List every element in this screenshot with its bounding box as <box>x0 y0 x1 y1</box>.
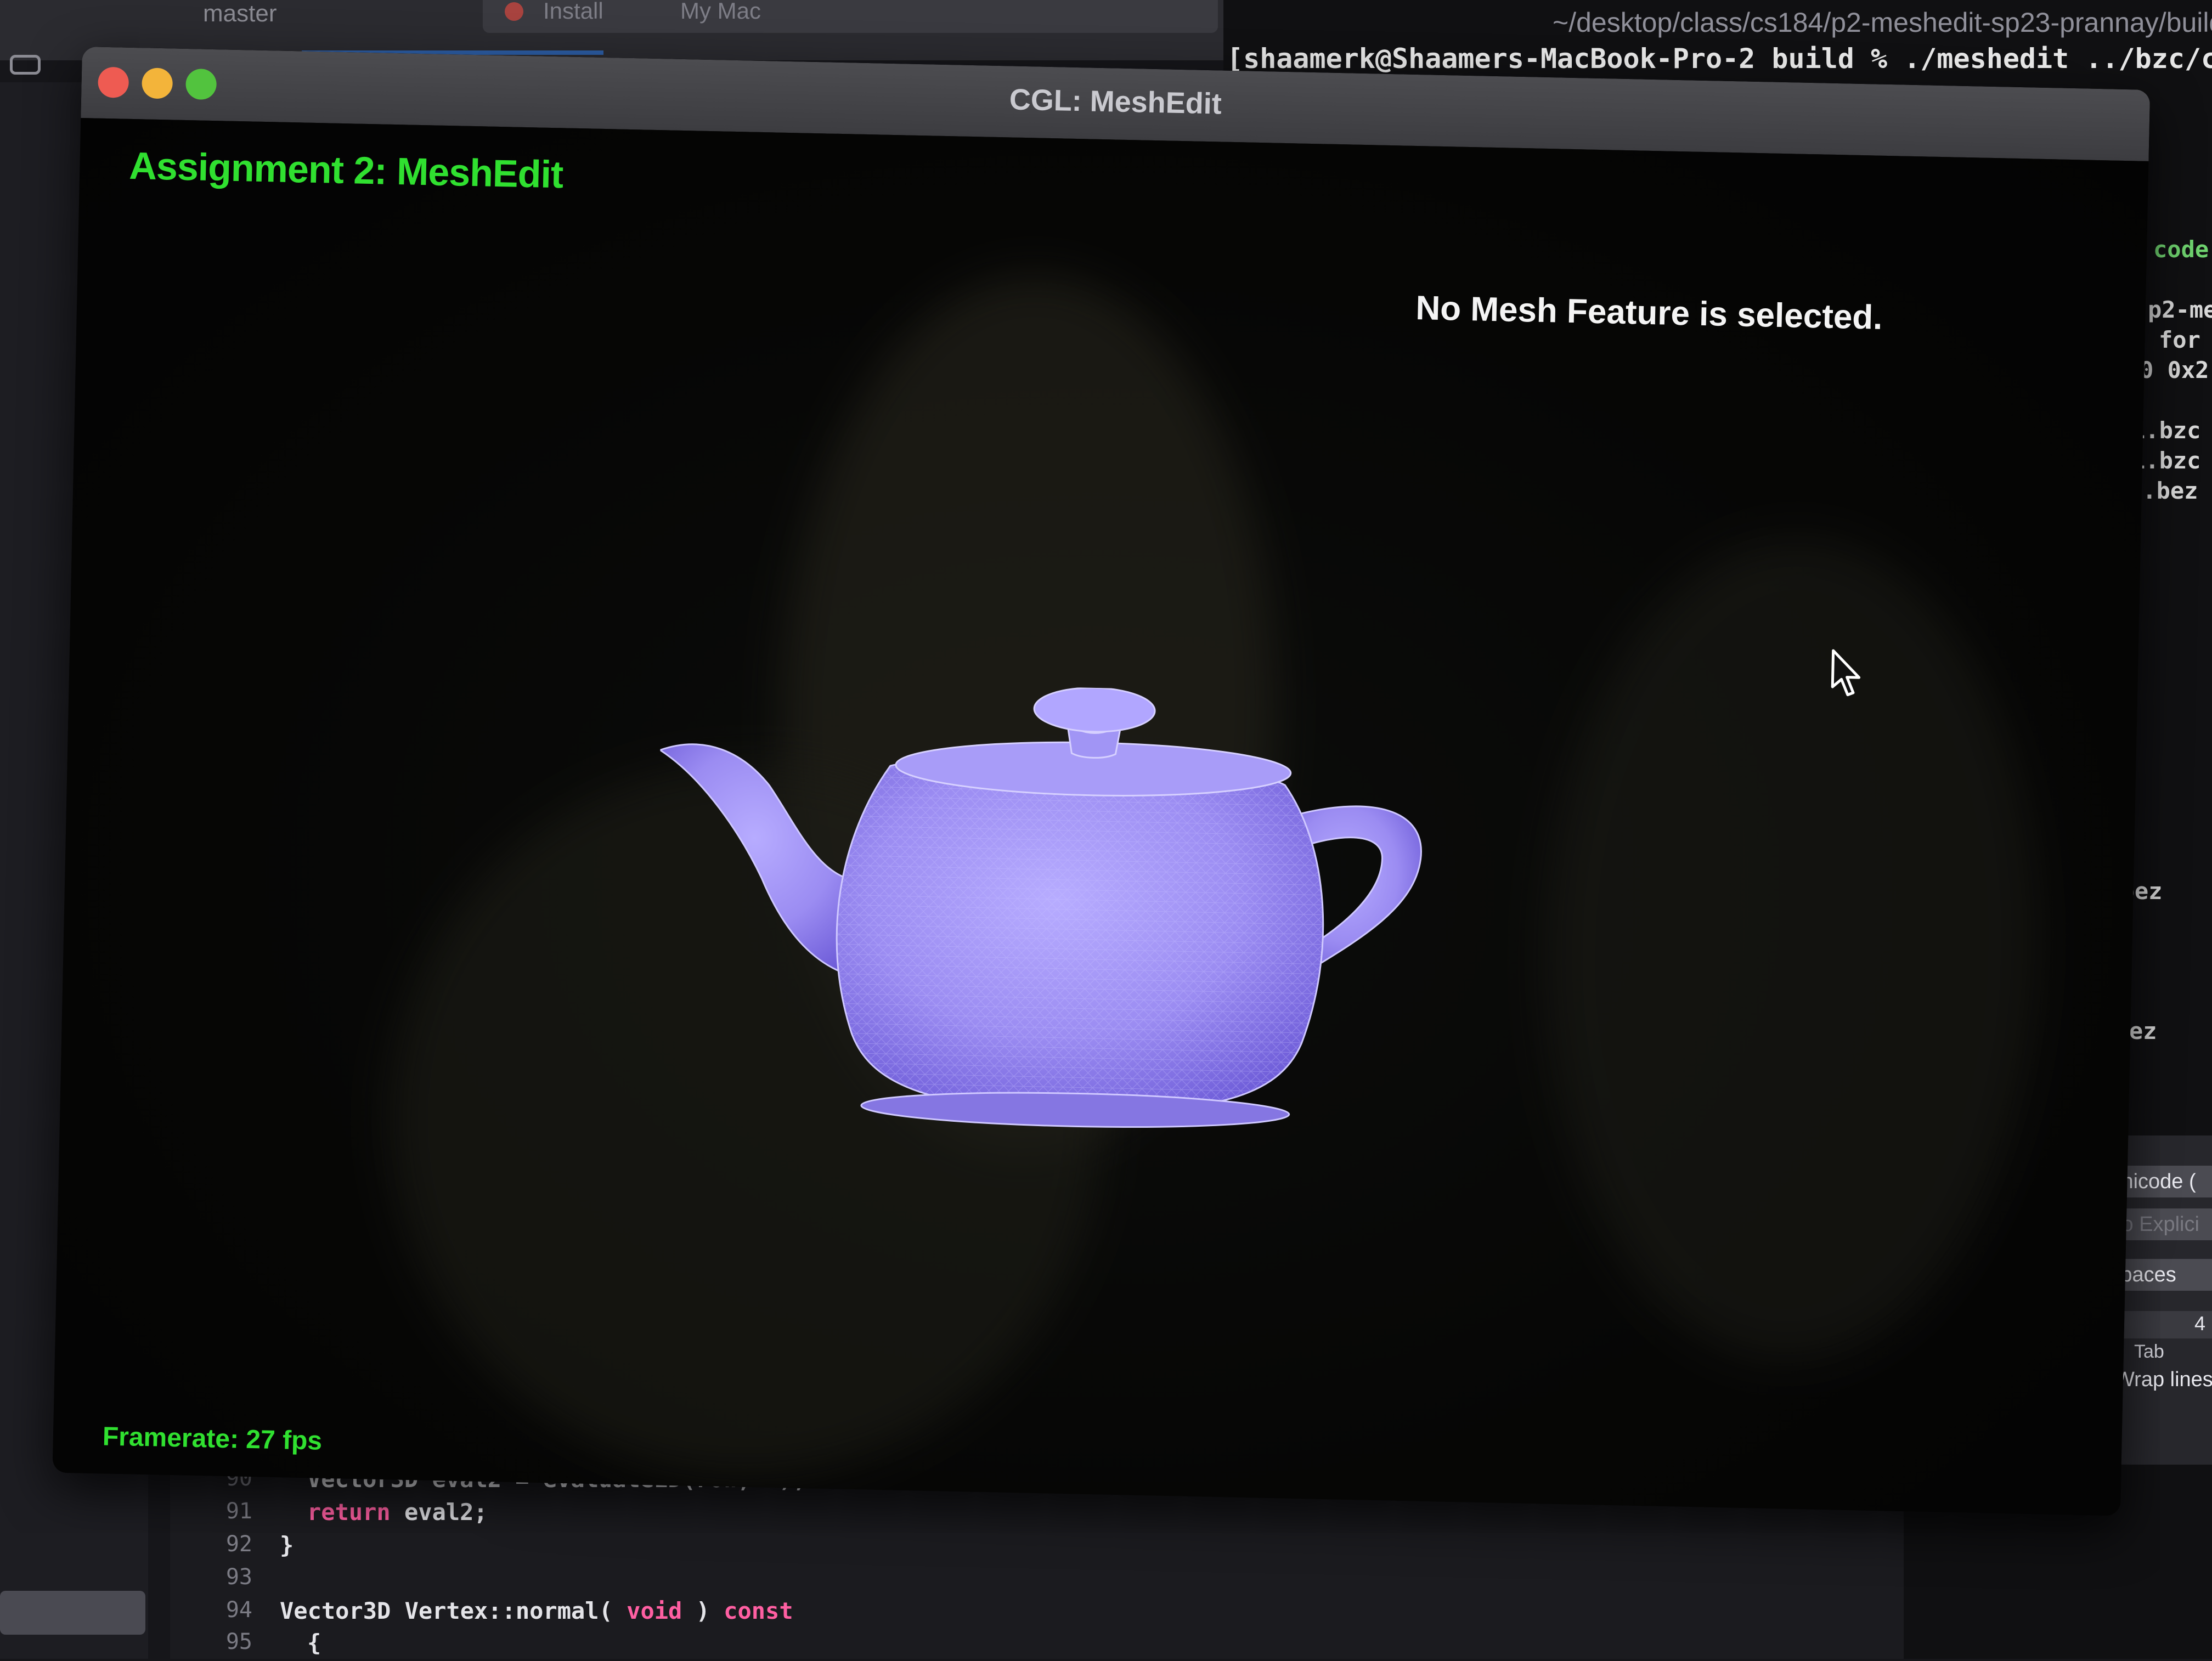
sidebar-toggle-icon[interactable] <box>10 55 41 75</box>
terminal-fragment: 0 0x2 <box>2140 357 2209 383</box>
close-icon[interactable] <box>505 2 523 21</box>
branch-label[interactable]: master <box>203 0 276 27</box>
terminal-title: ~/desktop/class/cs184/p2-meshedit-sp23-p… <box>1553 7 2212 38</box>
teapot-mesh[interactable] <box>652 679 1506 1157</box>
destination-label[interactable]: My Mac <box>680 0 761 24</box>
scheme-tab[interactable]: Install My Mac <box>483 0 1218 33</box>
framerate-label: Framerate: 27 fps <box>102 1422 323 1456</box>
code-line: 94 Vector3D Vertex::normal( void ) const <box>170 1597 1212 1629</box>
code-text: } <box>280 1532 294 1558</box>
navigator-selected-row[interactable] <box>0 1591 145 1635</box>
code-text: ) <box>682 1597 724 1624</box>
selection-status: No Mesh Feature is selected. <box>1415 289 1883 337</box>
terminal-fragment: for <box>2159 326 2200 353</box>
code-text: Vector3D Vertex::normal( <box>280 1597 627 1624</box>
code-line: 95 { <box>170 1629 1212 1661</box>
code-text: eval2; <box>390 1499 488 1526</box>
code-line: 93 <box>170 1564 1212 1596</box>
code-keyword: void <box>627 1597 682 1624</box>
screen-reflection <box>1536 533 2047 1366</box>
line-number: 95 <box>225 1629 252 1654</box>
tab-width-value: 4 <box>2194 1312 2205 1335</box>
mesh-viewport[interactable]: Assignment 2: MeshEdit No Mesh Feature i… <box>52 117 2149 1516</box>
terminal-fragment: p2-me <box>2148 296 2212 323</box>
code-keyword: return <box>307 1499 391 1526</box>
scheme-label: Install <box>543 0 603 24</box>
tab-width-label: Tab <box>2134 1341 2164 1362</box>
line-number: 93 <box>225 1564 252 1590</box>
line-number: 91 <box>225 1499 252 1524</box>
code-line: 91 return eval2; <box>170 1499 1212 1530</box>
mouse-cursor-icon <box>1831 649 1861 697</box>
terminal-fragment: code. <box>2153 236 2212 263</box>
line-number: 94 <box>225 1597 252 1623</box>
line-number: 92 <box>225 1532 252 1557</box>
code-line: 92 } <box>170 1532 1212 1563</box>
wrap-lines-label: Wrap lines <box>2115 1368 2212 1391</box>
code-keyword: const <box>724 1597 793 1624</box>
code-text: { <box>307 1629 321 1656</box>
meshedit-window[interactable]: CGL: MeshEdit Assignment 2: MeshEdit No … <box>52 47 2151 1516</box>
assignment-heading: Assignment 2: MeshEdit <box>128 144 564 196</box>
